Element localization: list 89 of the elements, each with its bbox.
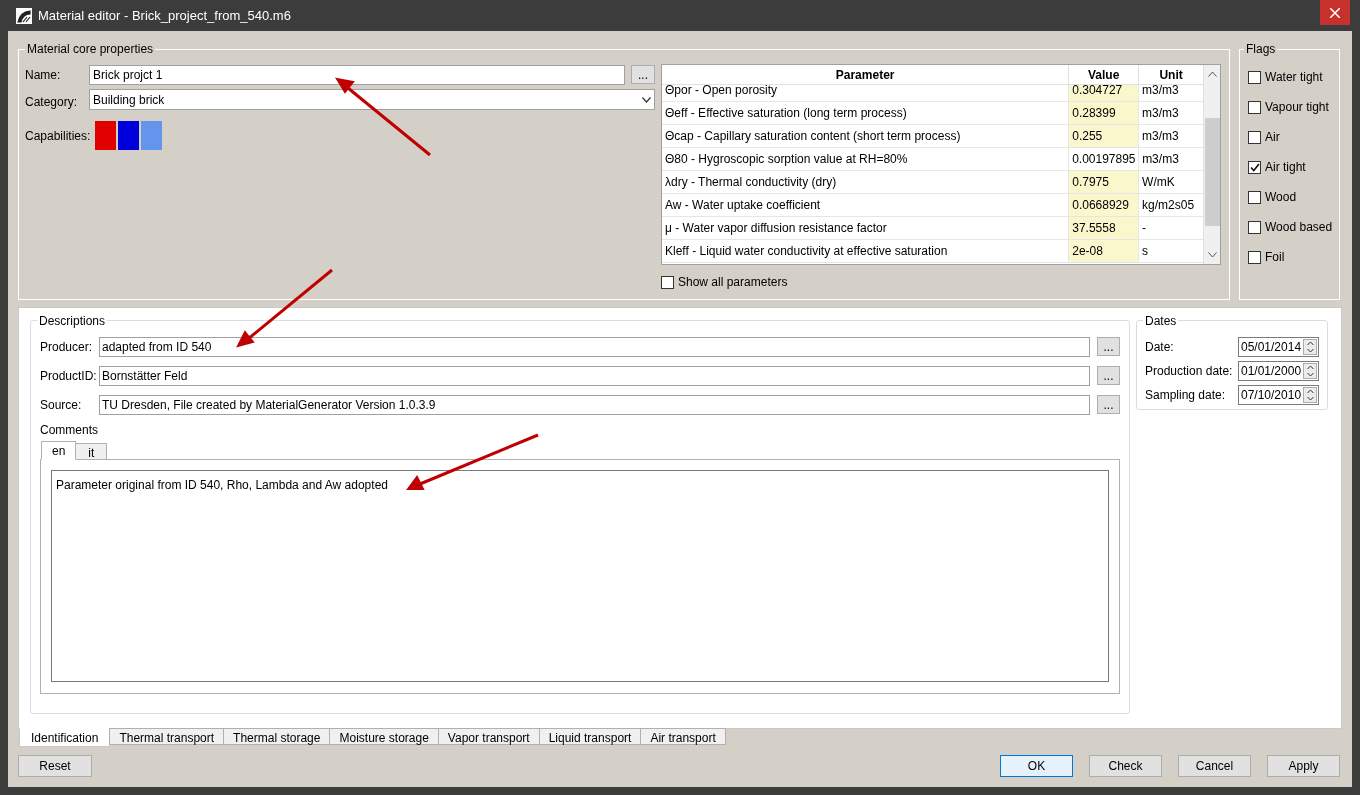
table-cell-text: μ - Water vapor diffusion resistance factor — [664, 220, 888, 237]
checkmark-icon — [1249, 162, 1260, 172]
browse-button[interactable]: ... — [1097, 337, 1120, 356]
spin-arrows-icon — [1306, 389, 1314, 401]
group-title: Dates — [1143, 314, 1179, 328]
scrollbar-thumb[interactable] — [1204, 118, 1220, 226]
column-header[interactable]: Parameter — [662, 65, 1069, 84]
chevron-down-icon — [1207, 252, 1217, 258]
table-cell-text: Θcap - Capillary saturation content (short term process) — [664, 128, 962, 145]
comment-tab[interactable]: en — [41, 441, 77, 460]
checkbox-label: Water tight — [1265, 69, 1323, 86]
capability-swatch[interactable] — [118, 121, 139, 150]
text-field[interactable]: TU Dresden, File created by MaterialGenerator Version 1.0.3.9 — [99, 394, 1090, 415]
value-cell[interactable]: 0.0668929 — [1068, 194, 1139, 216]
date-spin-box[interactable]: 07/10/2010 — [1238, 385, 1319, 405]
dialog-button[interactable]: Check — [1089, 755, 1162, 777]
field-label: Capabilities: — [25, 127, 89, 145]
checkbox-label: Show all parameters — [678, 274, 788, 291]
checkbox-label: Wood based — [1265, 219, 1333, 236]
checkbox[interactable] — [1248, 130, 1261, 144]
checkbox-label: Air tight — [1265, 159, 1306, 176]
checkbox[interactable] — [661, 275, 674, 289]
table-cell-text: Θeff - Effective saturation (long term process) — [664, 105, 908, 122]
tab[interactable]: Air transport — [640, 728, 726, 745]
field-label: Production date: — [1145, 363, 1234, 380]
field-label: Producer: — [40, 338, 94, 356]
capability-swatch[interactable] — [141, 121, 162, 150]
group-title: Descriptions — [37, 314, 108, 328]
table-cell-text: Θpor - Open porosity — [664, 85, 779, 99]
checkbox[interactable] — [1248, 160, 1261, 174]
checkbox-label: Wood — [1265, 189, 1297, 206]
tab[interactable]: Vapor transport — [437, 728, 540, 745]
scrollbar[interactable] — [1203, 65, 1220, 264]
text-field[interactable]: adapted from ID 540 — [99, 336, 1090, 357]
chevron-down-icon — [642, 96, 651, 103]
tab[interactable]: Moisture storage — [329, 728, 439, 745]
field-label: Source: — [40, 396, 83, 414]
checkbox[interactable] — [1248, 220, 1261, 234]
date-spin-box[interactable]: 01/01/2000 — [1238, 361, 1319, 381]
field-label: Category: — [25, 94, 79, 111]
app-logo-icon — [16, 7, 32, 24]
tab[interactable]: Liquid transport — [538, 728, 642, 745]
table-cell-text: Aw - Water uptake coefficient — [664, 197, 822, 214]
section-label: Comments — [40, 423, 99, 437]
group-title: Flags — [1244, 42, 1278, 56]
dialog-button[interactable]: OK — [1000, 755, 1073, 777]
reset-button[interactable]: Reset — [18, 755, 92, 777]
column-header[interactable]: Value — [1068, 65, 1139, 84]
table-cell-text: Θ80 - Hygroscopic sorption value at RH=80% — [664, 151, 909, 168]
checkbox[interactable] — [1248, 190, 1261, 204]
field-label: Sampling date: — [1145, 387, 1227, 404]
name-field[interactable]: Brick projct 1 — [89, 64, 625, 85]
value-cell[interactable]: 2e-08 — [1068, 240, 1139, 262]
value-cell[interactable]: 0.28399 — [1068, 102, 1139, 124]
category-dropdown[interactable]: Building brick — [89, 89, 655, 110]
browse-button[interactable]: ... — [1097, 366, 1120, 385]
browse-button[interactable]: ... — [1097, 395, 1120, 414]
checkbox-label: Foil — [1265, 249, 1285, 266]
browse-button[interactable]: ... — [631, 65, 655, 84]
spin-arrows-icon — [1306, 341, 1314, 353]
capability-swatch[interactable] — [95, 121, 116, 150]
table-cell-text: Kleff - Liquid water conductivity at effective saturation — [664, 243, 949, 260]
value-cell[interactable]: 0.304727 — [1068, 85, 1139, 101]
group-title: Material core properties — [25, 42, 156, 56]
comment-text-area[interactable]: Parameter original from ID 540, Rho, Lambda and Aw adopted — [51, 470, 1109, 682]
tab[interactable]: Identification — [19, 728, 111, 747]
value-cell[interactable]: 37.5558 — [1068, 217, 1139, 239]
spin-arrows-icon — [1306, 365, 1314, 377]
field-label: Name: — [25, 66, 62, 84]
checkbox-label: Air — [1265, 129, 1280, 146]
close-icon — [1330, 7, 1340, 18]
close-button[interactable] — [1320, 0, 1350, 25]
checkbox[interactable] — [1248, 70, 1261, 84]
checkbox-label: Vapour tight — [1265, 99, 1329, 116]
tab[interactable]: Thermal storage — [223, 728, 331, 745]
field-label: ProductID: — [40, 367, 98, 385]
dialog-button[interactable]: Cancel — [1178, 755, 1251, 777]
field-label: Date: — [1145, 339, 1175, 356]
table-cell-text: λdry - Thermal conductivity (dry) — [664, 174, 838, 191]
dialog-button[interactable]: Apply — [1267, 755, 1340, 777]
window-title: Material editor - Brick_project_from_540.m6 — [38, 6, 291, 25]
chevron-up-icon — [1207, 71, 1217, 77]
value-cell[interactable]: 0.255 — [1068, 125, 1139, 147]
date-spin-box[interactable]: 05/01/2014 — [1238, 337, 1319, 357]
tab[interactable]: Thermal transport — [109, 728, 225, 745]
checkbox[interactable] — [1248, 100, 1261, 114]
text-field[interactable]: Bornstätter Feld — [99, 365, 1090, 386]
checkbox[interactable] — [1248, 250, 1261, 264]
value-cell[interactable]: 0.7975 — [1068, 171, 1139, 193]
